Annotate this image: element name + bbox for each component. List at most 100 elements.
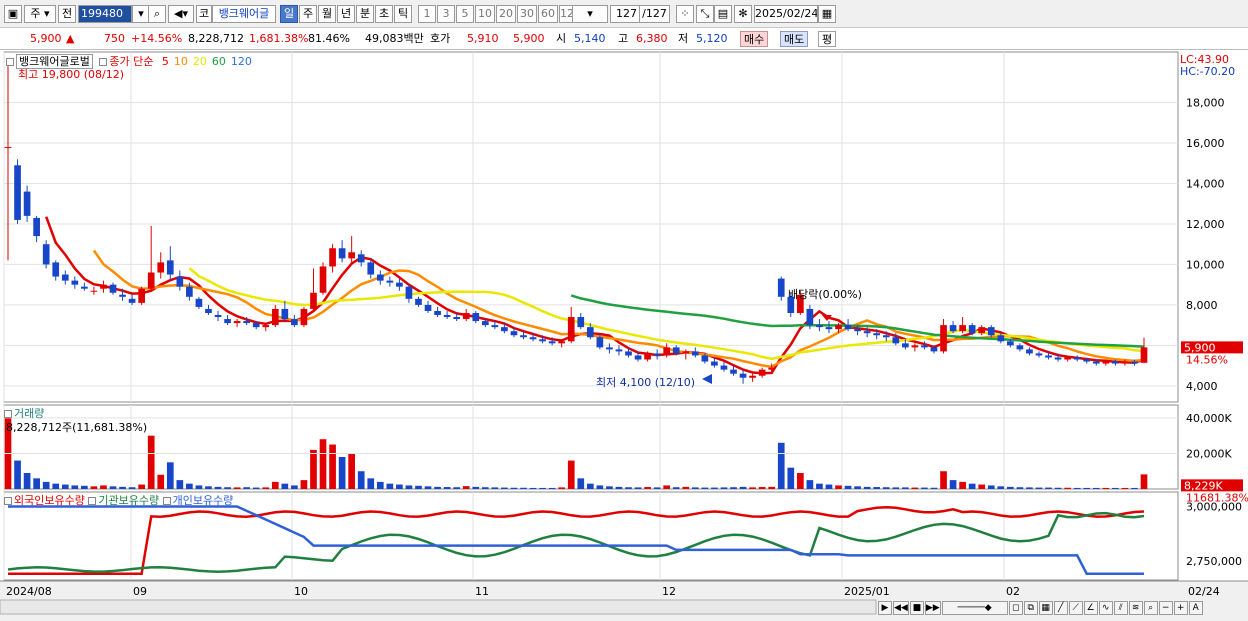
font-size-icon[interactable]: A bbox=[1188, 601, 1203, 615]
interval-tab-1[interactable]: 3 bbox=[437, 5, 455, 23]
interval-tab-4[interactable]: 20 bbox=[496, 5, 516, 23]
line-tool-icon[interactable]: ╱ bbox=[1053, 601, 1068, 615]
rewind-icon[interactable]: ◀◀ bbox=[893, 601, 909, 615]
period-tab-0[interactable]: 일 bbox=[280, 5, 298, 23]
volume-bar-6 bbox=[61, 484, 69, 489]
buy-button[interactable]: 매수 bbox=[740, 31, 769, 47]
market-select[interactable]: 주 ▾ bbox=[24, 5, 56, 23]
settings-gear-icon[interactable]: ✻ bbox=[734, 5, 752, 23]
candle-body-105 bbox=[1007, 341, 1014, 346]
ma-toggle-icon[interactable] bbox=[99, 58, 108, 66]
volume-bar-41 bbox=[396, 484, 403, 489]
scroll-right-icon[interactable]: ▶ bbox=[878, 601, 892, 615]
candle-body-94 bbox=[902, 343, 909, 348]
date-input[interactable]: 2025/02/24 bbox=[754, 5, 818, 23]
interval-dropdown[interactable]: ▾ bbox=[572, 5, 608, 23]
volume-value: 8,228,712 bbox=[188, 32, 244, 45]
stop-icon[interactable]: ■ bbox=[909, 601, 924, 615]
interval-tab-5[interactable]: 30 bbox=[517, 5, 537, 23]
volume-bar-57 bbox=[548, 487, 556, 489]
copy-tool-icon[interactable]: ⧉ bbox=[1023, 601, 1038, 615]
legend-toggle-icon[interactable] bbox=[6, 58, 14, 66]
trend-tool-icon[interactable]: ⟋ bbox=[1068, 601, 1083, 615]
fib-tool-icon[interactable]: ≋ bbox=[1128, 601, 1143, 615]
sell-button[interactable]: 매도 bbox=[780, 31, 809, 47]
period-tab-5[interactable]: 초 bbox=[375, 5, 393, 23]
candle-body-72 bbox=[691, 351, 699, 356]
wave-tool-icon[interactable]: ∿ bbox=[1098, 601, 1113, 615]
ask-price: 5,910 bbox=[467, 32, 499, 45]
count-total: /127 bbox=[640, 5, 670, 23]
ma-period-10: 10 bbox=[173, 55, 188, 68]
volume-ratio: 1,681.38% bbox=[249, 32, 309, 45]
x-axis-label-2: 10 bbox=[294, 585, 308, 598]
indiv-toggle-icon[interactable] bbox=[162, 497, 171, 505]
candle-body-52 bbox=[501, 327, 508, 332]
channel-tool-icon[interactable]: ⫽ bbox=[1113, 601, 1128, 615]
window-menu-icon[interactable]: ▣ bbox=[4, 5, 22, 23]
fast-forward-icon[interactable]: ▶▶ bbox=[924, 601, 941, 615]
stock-code-input[interactable]: 199480 bbox=[78, 5, 132, 23]
candle-body-56 bbox=[539, 339, 546, 342]
market-prefix: 코 bbox=[196, 5, 212, 23]
eval-button[interactable]: 평 bbox=[818, 31, 837, 47]
candle-body-51 bbox=[491, 325, 499, 328]
volume-bar-2 bbox=[23, 473, 31, 489]
inst-toggle-icon[interactable] bbox=[88, 497, 97, 505]
candle-body-106 bbox=[1016, 345, 1024, 350]
candle-body-3 bbox=[33, 217, 40, 237]
chart-type-icon[interactable]: ⁘ bbox=[676, 5, 694, 23]
volume-bar-76 bbox=[730, 487, 737, 489]
volume-bar-9 bbox=[90, 486, 98, 489]
count-input[interactable]: 127 bbox=[610, 5, 640, 23]
low-price: 5,120 bbox=[696, 32, 728, 45]
candle-body-96 bbox=[921, 345, 928, 348]
interval-tab-3[interactable]: 10 bbox=[475, 5, 495, 23]
candle-body-44 bbox=[424, 304, 432, 311]
chart-area[interactable]: 18,000 16,000 14,000 12,000 10,000 8,000 4,000… bbox=[0, 50, 1248, 621]
high-annotation: 최고 19,800 (08/12) bbox=[18, 68, 125, 81]
period-tab-4[interactable]: 분 bbox=[356, 5, 374, 23]
x-axis-label-1: 09 bbox=[133, 585, 147, 598]
search-icon[interactable]: ⌕ bbox=[148, 5, 166, 23]
save-icon[interactable]: ▤ bbox=[714, 5, 732, 23]
volume-bar-30 bbox=[291, 485, 298, 489]
candle-body-30 bbox=[291, 319, 298, 326]
speaker-icon[interactable]: ◀▾ bbox=[168, 5, 194, 23]
stock-chart-svg[interactable]: 18,000 16,000 14,000 12,000 10,000 8,000 4,000… bbox=[0, 50, 1248, 621]
zoom-slider[interactable]: ─────◆ bbox=[941, 601, 1008, 615]
chart-navigation: ▶ ◀◀ ■ ▶▶ ─────◆ ◻ ⧉ ▦ ╱ ⟋ ∠ ∿ ⫽ ≋ ⌕ − + A bbox=[878, 601, 1248, 617]
volume-toggle-icon[interactable] bbox=[4, 410, 12, 418]
candle-body-109 bbox=[1045, 355, 1052, 358]
draw-tool-icon[interactable]: ⤡ bbox=[696, 5, 714, 23]
volume-bar-44 bbox=[424, 486, 432, 489]
stock-name-field[interactable]: 뱅크웨어글 bbox=[212, 5, 276, 23]
magnifier-icon[interactable]: ⌕ bbox=[1143, 601, 1158, 615]
zoom-out-icon[interactable]: − bbox=[1158, 601, 1173, 615]
interval-tab-0[interactable]: 1 bbox=[418, 5, 436, 23]
candle-body-29 bbox=[281, 308, 289, 320]
holdings-toggle-icon[interactable] bbox=[4, 497, 12, 505]
volume-bar-114 bbox=[1092, 487, 1100, 489]
grid-tool-icon[interactable]: ▦ bbox=[1038, 601, 1053, 615]
zoom-in-icon[interactable]: + bbox=[1173, 601, 1188, 615]
compare-button[interactable]: 전 bbox=[58, 5, 76, 23]
volume-bar-103 bbox=[987, 485, 995, 489]
candle-body-39 bbox=[376, 274, 384, 281]
rect-tool-icon[interactable]: ◻ bbox=[1008, 601, 1023, 615]
period-tab-1[interactable]: 주 bbox=[299, 5, 317, 23]
x-axis-label-7: 02/24 bbox=[1188, 585, 1220, 598]
interval-tab-6[interactable]: 60 bbox=[538, 5, 558, 23]
period-tab-6[interactable]: 틱 bbox=[394, 5, 412, 23]
period-tab-3[interactable]: 년 bbox=[337, 5, 355, 23]
candle-body-8 bbox=[81, 286, 88, 289]
angle-tool-icon[interactable]: ∠ bbox=[1083, 601, 1098, 615]
volume-bar-18 bbox=[176, 480, 184, 489]
interval-tab-2[interactable]: 5 bbox=[456, 5, 474, 23]
volume-bar-5 bbox=[52, 483, 60, 489]
volume-bar-33 bbox=[319, 439, 327, 489]
price-tick-label-3: 12,000 bbox=[1186, 218, 1225, 231]
calendar-icon[interactable]: ▦ bbox=[818, 5, 836, 23]
volume-bar-91 bbox=[873, 487, 881, 489]
period-tab-2[interactable]: 월 bbox=[318, 5, 336, 23]
